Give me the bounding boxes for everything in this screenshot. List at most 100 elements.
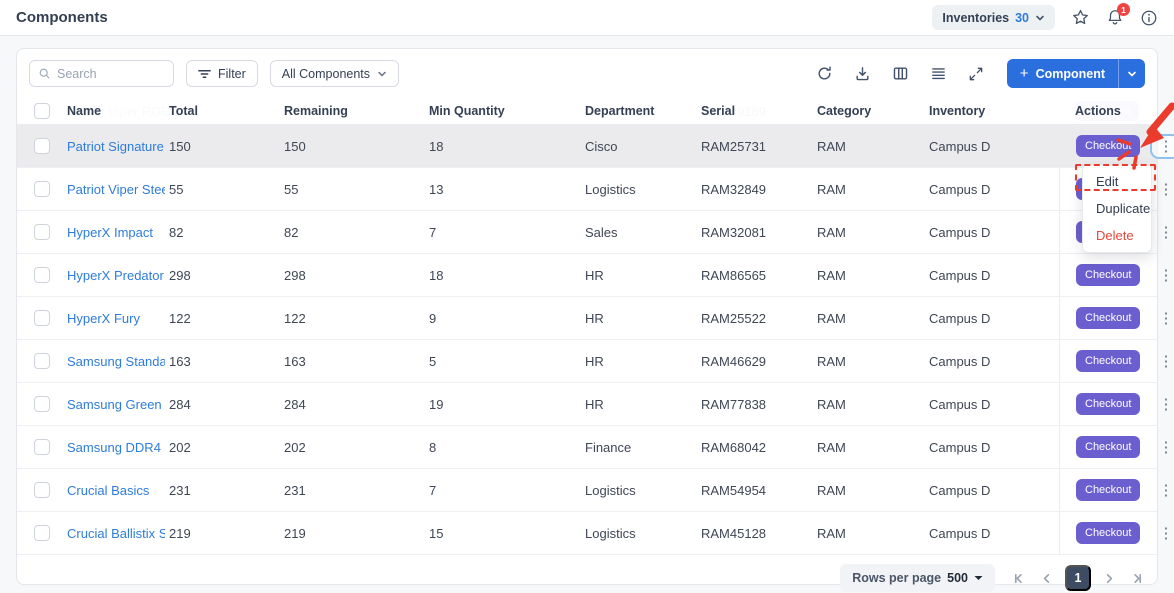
info-icon[interactable] [1140,9,1158,27]
row-checkbox[interactable] [34,138,50,154]
row-kebab-menu-icon[interactable]: ⋮ [1152,179,1174,200]
checkout-button[interactable]: Checkout [1076,264,1141,286]
context-menu-duplicate[interactable]: Duplicate [1083,195,1151,222]
checkout-button[interactable]: Checkout [1076,522,1141,544]
component-name-link[interactable]: Crucial Ballistix Spor... [67,526,165,541]
context-menu-edit[interactable]: Edit [1083,168,1151,195]
filter-label: Filter [218,66,246,81]
favorite-star-icon[interactable] [1071,8,1090,27]
cell-inventory: Campus D [929,224,991,240]
row-checkbox[interactable] [34,482,50,498]
cell-inventory: Campus D [929,482,991,498]
row-kebab-menu-icon[interactable]: ⋮ [1152,265,1174,286]
next-page-icon[interactable] [1101,570,1118,587]
row-checkbox[interactable] [34,353,50,369]
page-title: Components [16,9,108,26]
table-row: Crucial Basics 231 231 7 Logistics RAM54… [17,469,1173,512]
scope-dropdown[interactable]: All Components [269,60,400,87]
row-kebab-menu-icon[interactable]: ⋮ [1152,437,1174,458]
cell-min-quantity: 7 [429,482,437,498]
columns-icon[interactable] [892,65,909,82]
select-all-checkbox[interactable] [34,103,50,119]
checkout-button[interactable]: Checkout [1076,393,1141,415]
density-icon[interactable] [930,65,947,82]
component-name-link[interactable]: Patriot Viper Steel [67,182,165,197]
row-checkbox[interactable] [34,439,50,455]
cell-inventory: Campus D [929,439,991,455]
row-checkbox[interactable] [34,310,50,326]
rows-per-page-dropdown[interactable]: Rows per page 500 [840,564,995,592]
cell-department: Logistics [585,482,636,498]
checkout-button[interactable]: Checkout [1076,436,1141,458]
cell-serial: RAM54954 [701,482,767,498]
cell-inventory: Campus D [929,525,991,541]
col-header-department[interactable]: Department [585,104,701,118]
cell-min-quantity: 13 [429,181,444,197]
row-checkbox[interactable] [34,267,50,283]
row-checkbox[interactable] [34,525,50,541]
refresh-icon[interactable] [816,65,833,82]
row-kebab-menu-icon[interactable]: ⋮ [1152,480,1174,501]
first-page-icon[interactable] [1011,570,1028,587]
cell-remaining: 219 [284,525,306,541]
col-header-total[interactable]: Total [169,104,284,118]
col-header-remaining[interactable]: Remaining [284,104,429,118]
col-header-inventory[interactable]: Inventory [929,104,1059,118]
row-kebab-menu-icon[interactable]: ⋮ [1152,523,1174,544]
notifications-bell-icon[interactable]: 1 [1106,3,1130,27]
row-kebab-menu-icon[interactable]: ⋮ [1152,308,1174,329]
checkout-button[interactable]: Checkout [1076,479,1141,501]
cell-serial: RAM25522 [701,310,767,326]
cell-inventory: Campus D [929,310,991,326]
component-name-link[interactable]: HyperX Fury [67,311,165,326]
component-name-link[interactable]: Patriot Signature Line [67,139,165,154]
cell-department: HR [585,267,604,283]
cell-total: 202 [169,439,191,455]
col-header-category[interactable]: Category [817,104,929,118]
row-checkbox[interactable] [34,224,50,240]
cell-department: Finance [585,439,632,455]
search-input[interactable] [57,66,165,81]
component-name-link[interactable]: HyperX Impact [67,225,165,240]
row-context-menu: Edit Duplicate Delete [1082,164,1152,253]
search-box[interactable] [29,60,174,87]
row-kebab-menu-icon[interactable]: ⋮ [1152,135,1174,157]
checkout-button[interactable]: Checkout [1076,350,1141,372]
add-component-label: Component [1035,66,1105,81]
chevron-down-icon [1035,13,1045,23]
table-row: HyperX Predator 298 298 18 HR RAM86565 R… [17,254,1173,297]
context-menu-delete[interactable]: Delete [1083,222,1151,249]
col-header-min-quantity[interactable]: Min Quantity [429,104,585,118]
row-kebab-menu-icon[interactable]: ⋮ [1152,394,1174,415]
last-page-icon[interactable] [1128,570,1145,587]
col-header-serial[interactable]: Serial [701,104,817,118]
cell-inventory: Campus D [929,267,991,283]
col-header-name[interactable]: Name [67,104,169,118]
checkout-button[interactable]: Checkout [1076,135,1141,157]
row-checkbox[interactable] [34,396,50,412]
cell-total: 122 [169,310,191,326]
cell-category: RAM [817,181,846,197]
download-icon[interactable] [854,65,871,82]
checkout-button[interactable]: Checkout [1076,307,1141,329]
add-component-button[interactable]: + Component [1006,59,1118,88]
inventories-count: 30 [1015,10,1029,25]
component-name-link[interactable]: Crucial Basics [67,483,165,498]
cell-category: RAM [817,353,846,369]
component-name-link[interactable]: Samsung Green Me... [67,397,165,412]
filter-button[interactable]: Filter [186,60,258,87]
component-name-link[interactable]: HyperX Predator [67,268,165,283]
cell-min-quantity: 15 [429,525,444,541]
row-kebab-menu-icon[interactable]: ⋮ [1152,222,1174,243]
component-name-link[interactable]: Samsung Standard ... [67,354,165,369]
row-checkbox[interactable] [34,181,50,197]
cell-remaining: 122 [284,310,306,326]
component-name-link[interactable]: Samsung DDR4 DIM... [67,440,165,455]
cell-min-quantity: 9 [429,310,437,326]
expand-icon[interactable] [968,66,984,82]
inventories-dropdown[interactable]: Inventories 30 [932,5,1055,30]
row-kebab-menu-icon[interactable]: ⋮ [1152,351,1174,372]
current-page-button[interactable]: 1 [1065,565,1091,591]
add-component-caret-button[interactable] [1118,59,1145,88]
prev-page-icon[interactable] [1038,570,1055,587]
